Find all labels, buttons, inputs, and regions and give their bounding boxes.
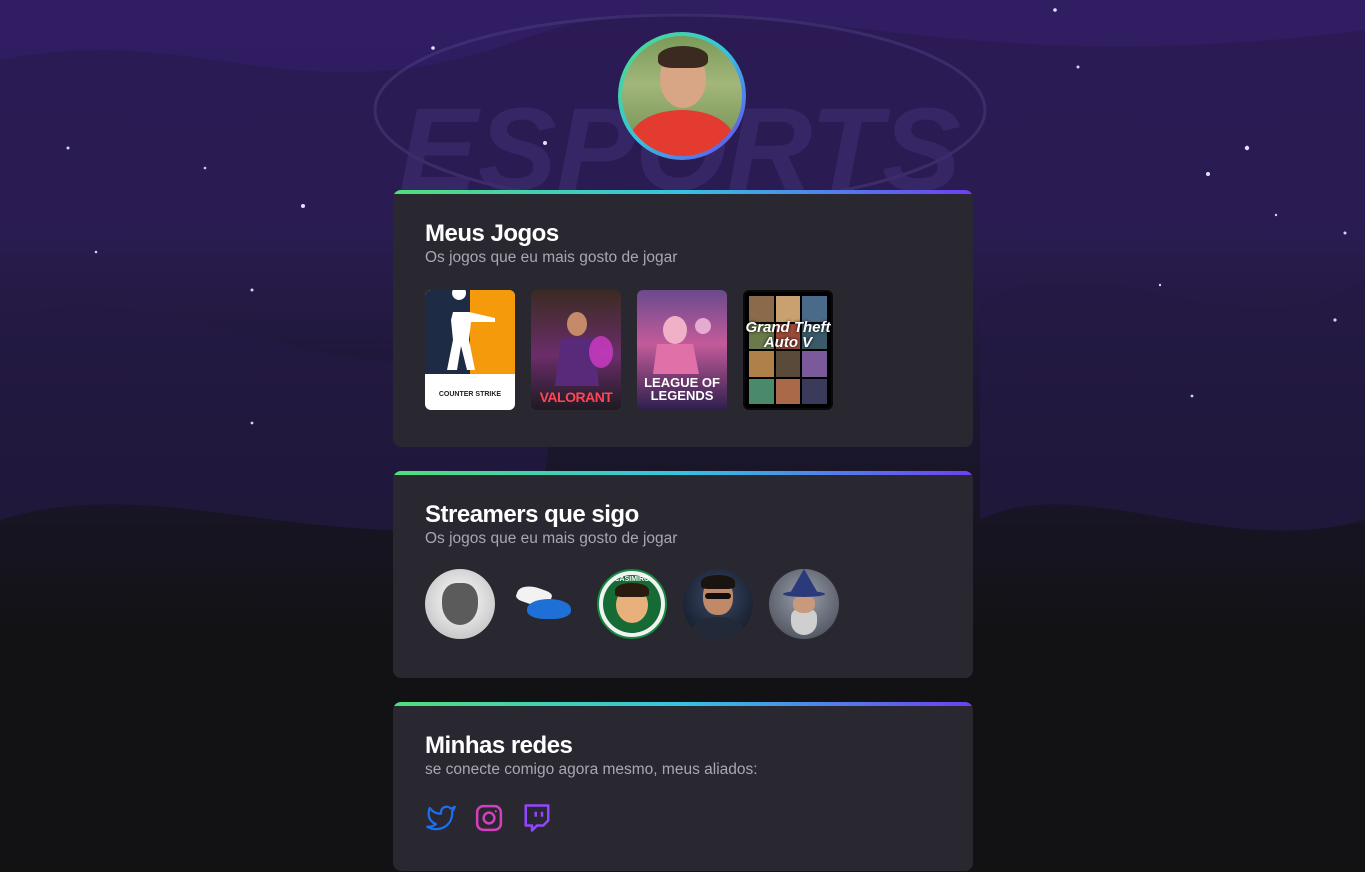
streamers-card: Streamers que sigo Os jogos que eu mais …	[393, 471, 973, 678]
social-card: Minhas redes se conecte comigo agora mes…	[393, 702, 973, 871]
streamer-winged-shoe[interactable]	[511, 569, 581, 639]
streamer-casimiro[interactable]: CASIMIRO	[597, 569, 667, 639]
streamers-subtitle: Os jogos que eu mais gosto de jogar	[425, 530, 678, 547]
twitch-link[interactable]	[521, 802, 553, 834]
streamer-wizard[interactable]	[769, 569, 839, 639]
twitch-icon	[524, 804, 550, 832]
social-title: Minhas redes	[425, 732, 573, 759]
game-label: VALORANT	[539, 389, 613, 405]
streamer-tiger[interactable]	[425, 569, 495, 639]
twitter-link[interactable]	[425, 802, 457, 834]
streamer-portrait[interactable]	[683, 569, 753, 639]
games-list: COUNTER STRIKE VALORANT LEAGUE OF LEGEND…	[425, 290, 833, 410]
games-card: Meus Jogos Os jogos que eu mais gosto de…	[393, 190, 973, 447]
game-label: COUNTER STRIKE	[438, 391, 502, 398]
wizard-hat-icon	[789, 569, 819, 595]
game-league-of-legends[interactable]: LEAGUE OF LEGENDS	[637, 290, 727, 410]
profile-avatar	[618, 32, 746, 160]
instagram-icon	[475, 804, 503, 832]
soldier-icon	[447, 290, 495, 370]
instagram-link[interactable]	[473, 802, 505, 834]
streamers-list: CASIMIRO	[425, 569, 839, 639]
shoe-icon	[527, 599, 571, 619]
games-subtitle: Os jogos que eu mais gosto de jogar	[425, 249, 678, 266]
game-valorant[interactable]: VALORANT	[531, 290, 621, 410]
twitter-icon	[426, 805, 456, 831]
game-counter-strike[interactable]: COUNTER STRIKE	[425, 290, 515, 410]
social-subtitle: se conecte comigo agora mesmo, meus alia…	[425, 761, 758, 778]
game-label: LEAGUE OF LEGENDS	[644, 375, 720, 403]
social-links	[425, 802, 553, 834]
game-gta-v[interactable]: Grand Theft Auto V	[743, 290, 833, 410]
games-title: Meus Jogos	[425, 220, 559, 247]
streamers-title: Streamers que sigo	[425, 501, 639, 528]
game-label: Grand Theft Auto V	[745, 319, 831, 351]
casimiro-label: CASIMIRO	[614, 576, 650, 583]
tiger-logo-icon	[442, 583, 478, 625]
profile-photo	[622, 36, 742, 156]
